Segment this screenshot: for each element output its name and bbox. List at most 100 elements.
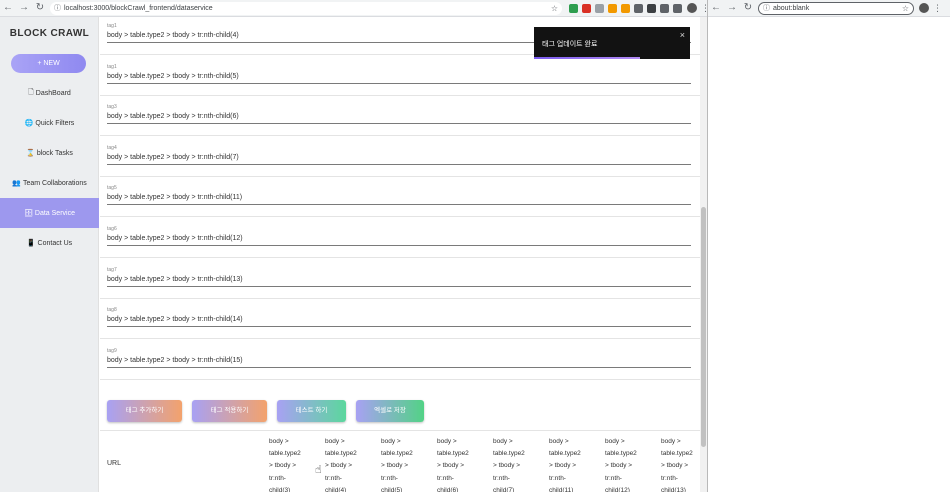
extension-icon[interactable] (608, 3, 617, 13)
brand-logo: BLOCK CRAWL (9, 28, 90, 39)
toast-message: 태그 업데이트 완료 (542, 41, 598, 48)
scrollbar[interactable] (700, 17, 707, 492)
result-cell-line: tr:nth- (437, 474, 454, 482)
result-cell-line: tr:nth- (325, 474, 342, 482)
sidebar-item-quick-filters[interactable]: 🌐 Quick Filters (0, 108, 99, 138)
tag-row: tag5 body > table.type2 > tbody > tr:nth-… (100, 177, 700, 218)
result-cell: body > table.type2 > tbody > tr:nth-child(1… (661, 436, 700, 492)
back-icon[interactable]: ← (0, 0, 16, 16)
sidebar-item-label: DashBoard (35, 89, 71, 97)
result-cell-line: tr:nth- (549, 474, 566, 482)
result-cell: body > table.type2 > tbody > tr:nth-child(4… (325, 436, 375, 492)
tag-selector-input[interactable]: body > table.type2 > tbody > tr:nth-chil… (107, 111, 691, 125)
result-cell-line: table.type2 (549, 450, 581, 458)
profile-avatar[interactable] (687, 3, 697, 13)
sidebar-item-contact-us[interactable]: 📱 Contact Us (0, 228, 99, 258)
document-icon: 🗋 (28, 88, 34, 96)
profile-avatar[interactable] (919, 3, 929, 13)
browser-toolbar-right: ← → ↻ ⓘ about:blank ☆ ⋮ (708, 0, 950, 17)
save-excel-button[interactable]: 엑셀로 저장 (356, 400, 424, 422)
sidebar-item-block-tasks[interactable]: ⌛ block Tasks (0, 138, 99, 168)
menu-kebab-icon[interactable]: ⋮ (933, 3, 942, 14)
extension-icon[interactable] (582, 3, 591, 13)
result-cell-line: body > (661, 438, 681, 445)
scrollbar-thumb[interactable] (701, 207, 706, 447)
browser-toolbar: ← → ↻ ⓘ localhost:3000/blockCrawl_fronte… (0, 0, 707, 17)
result-cell-line: tr:nth- (661, 474, 678, 482)
extension-icon[interactable] (647, 3, 656, 13)
tag-selector-input[interactable]: body > table.type2 > tbody > tr:nth-chil… (107, 192, 691, 206)
result-cell-line: > tbody > (325, 462, 353, 470)
tag-selector-input[interactable]: body > table.type2 > tbody > tr:nth-chil… (107, 233, 691, 246)
tag-selector-input[interactable]: body > table.type2 > tbody > tr:nth-chil… (107, 152, 691, 165)
sidebar-item-label: Quick Filters (35, 119, 75, 127)
result-cell-line: child(5) (381, 486, 403, 492)
globe-icon: 🌐 (24, 120, 34, 127)
extension-icon[interactable] (595, 3, 604, 13)
result-cell-line: child(3) (269, 486, 291, 492)
sidebar-item-label: Team Collaborations (22, 179, 87, 187)
extension-icon[interactable] (569, 3, 578, 13)
result-cell-line: table.type2 (381, 450, 413, 458)
extension-icon[interactable] (621, 3, 630, 13)
database-icon: 🗄 (24, 210, 33, 217)
result-cell-line: > tbody > (493, 462, 521, 470)
left-browser-window: ← → ↻ ⓘ localhost:3000/blockCrawl_fronte… (0, 0, 707, 492)
tag-row: tag8 body > table.type2 > tbody > tr:nth-… (100, 299, 700, 340)
result-cell-line: table.type2 (605, 450, 637, 458)
extension-icon[interactable] (660, 3, 669, 13)
extensions-tray (565, 3, 682, 13)
result-cell: body > table.type2 > tbody > tr:nth-child(3… (269, 436, 319, 492)
result-cell-line: body > (269, 438, 289, 445)
result-cell-line: child(4) (325, 486, 347, 492)
bookmark-star-icon[interactable]: ☆ (551, 4, 558, 13)
sidebar-item-data-service[interactable]: 🗄 Data Service (0, 198, 99, 228)
result-cell-line: > tbody > (549, 462, 577, 470)
sidebar-item-label: Data Service (34, 209, 75, 217)
result-cell-line: table.type2 (661, 450, 693, 458)
sidebar-item-team-collaborations[interactable]: 👥 Team Collaborations (0, 168, 99, 198)
forward-icon[interactable]: → (16, 0, 32, 16)
info-icon[interactable]: ⓘ (54, 3, 61, 13)
extension-icon[interactable] (634, 3, 643, 13)
reload-icon[interactable]: ↻ (32, 0, 48, 16)
reload-icon[interactable]: ↻ (740, 0, 756, 16)
result-cell-line: tr:nth- (269, 474, 286, 482)
tag-selector-input[interactable]: body > table.type2 > tbody > tr:nth-chil… (107, 355, 691, 368)
toast-notification: 태그 업데이트 완료 × (534, 27, 690, 59)
tag-label: tag5 (107, 185, 117, 192)
result-cell-line: body > (493, 438, 513, 445)
tag-selector-input[interactable]: body > table.type2 > tbody > tr:nth-chil… (107, 314, 691, 328)
add-tag-button[interactable]: 태그 추가하기 (107, 400, 182, 422)
result-cell: body > table.type2 > tbody > tr:nth-child(7… (493, 436, 543, 492)
info-icon[interactable]: ⓘ (763, 3, 770, 13)
back-icon[interactable]: ← (708, 0, 724, 16)
extension-icon[interactable] (673, 3, 682, 13)
close-icon[interactable]: × (680, 30, 685, 40)
tag-label: tag9 (107, 347, 117, 354)
result-cell-line: tr:nth- (605, 474, 622, 482)
result-cell-line: body > (325, 438, 345, 445)
address-bar-right[interactable]: ⓘ about:blank ☆ (758, 1, 914, 15)
tag-row: tag4 body > table.type2 > tbody > tr:nth-… (100, 137, 700, 177)
result-table: URL body > table.type2 > tbody > tr:nth-chi… (100, 430, 700, 492)
tag-label: tag1 (107, 63, 117, 70)
new-button[interactable]: + NEW (11, 54, 86, 73)
tag-selector-input[interactable]: body > table.type2 > tbody > tr:nth-chil… (107, 274, 691, 287)
apply-tag-button[interactable]: 태그 적용하기 (192, 400, 267, 422)
bookmark-star-icon[interactable]: ☆ (902, 4, 909, 13)
tag-label: tag8 (107, 307, 117, 314)
tag-selector-input[interactable]: body > table.type2 > tbody > tr:nth-chil… (107, 71, 691, 84)
result-cell-line: tr:nth- (381, 474, 398, 482)
tag-row: tag6 body > table.type2 > tbody > tr:nth-… (100, 218, 700, 258)
forward-icon[interactable]: → (724, 0, 740, 16)
result-cell-line: > tbody > (269, 462, 297, 470)
result-cell-line: table.type2 (493, 450, 525, 458)
tag-row: tag1 body > table.type2 > tbody > tr:nth-… (100, 56, 700, 96)
main-content: tag1 body > table.type2 > tbody > tr:nth-… (100, 17, 700, 492)
sidebar-item-dashboard[interactable]: 🗋 DashBoard (0, 78, 99, 108)
test-button[interactable]: 테스트 하기 (277, 400, 346, 422)
address-bar[interactable]: ⓘ localhost:3000/blockCrawl_frontend/dat… (50, 1, 562, 15)
toast-progress-bar (534, 57, 641, 59)
result-cell: body > table.type2 > tbody > tr:nth-child(5… (381, 436, 431, 492)
